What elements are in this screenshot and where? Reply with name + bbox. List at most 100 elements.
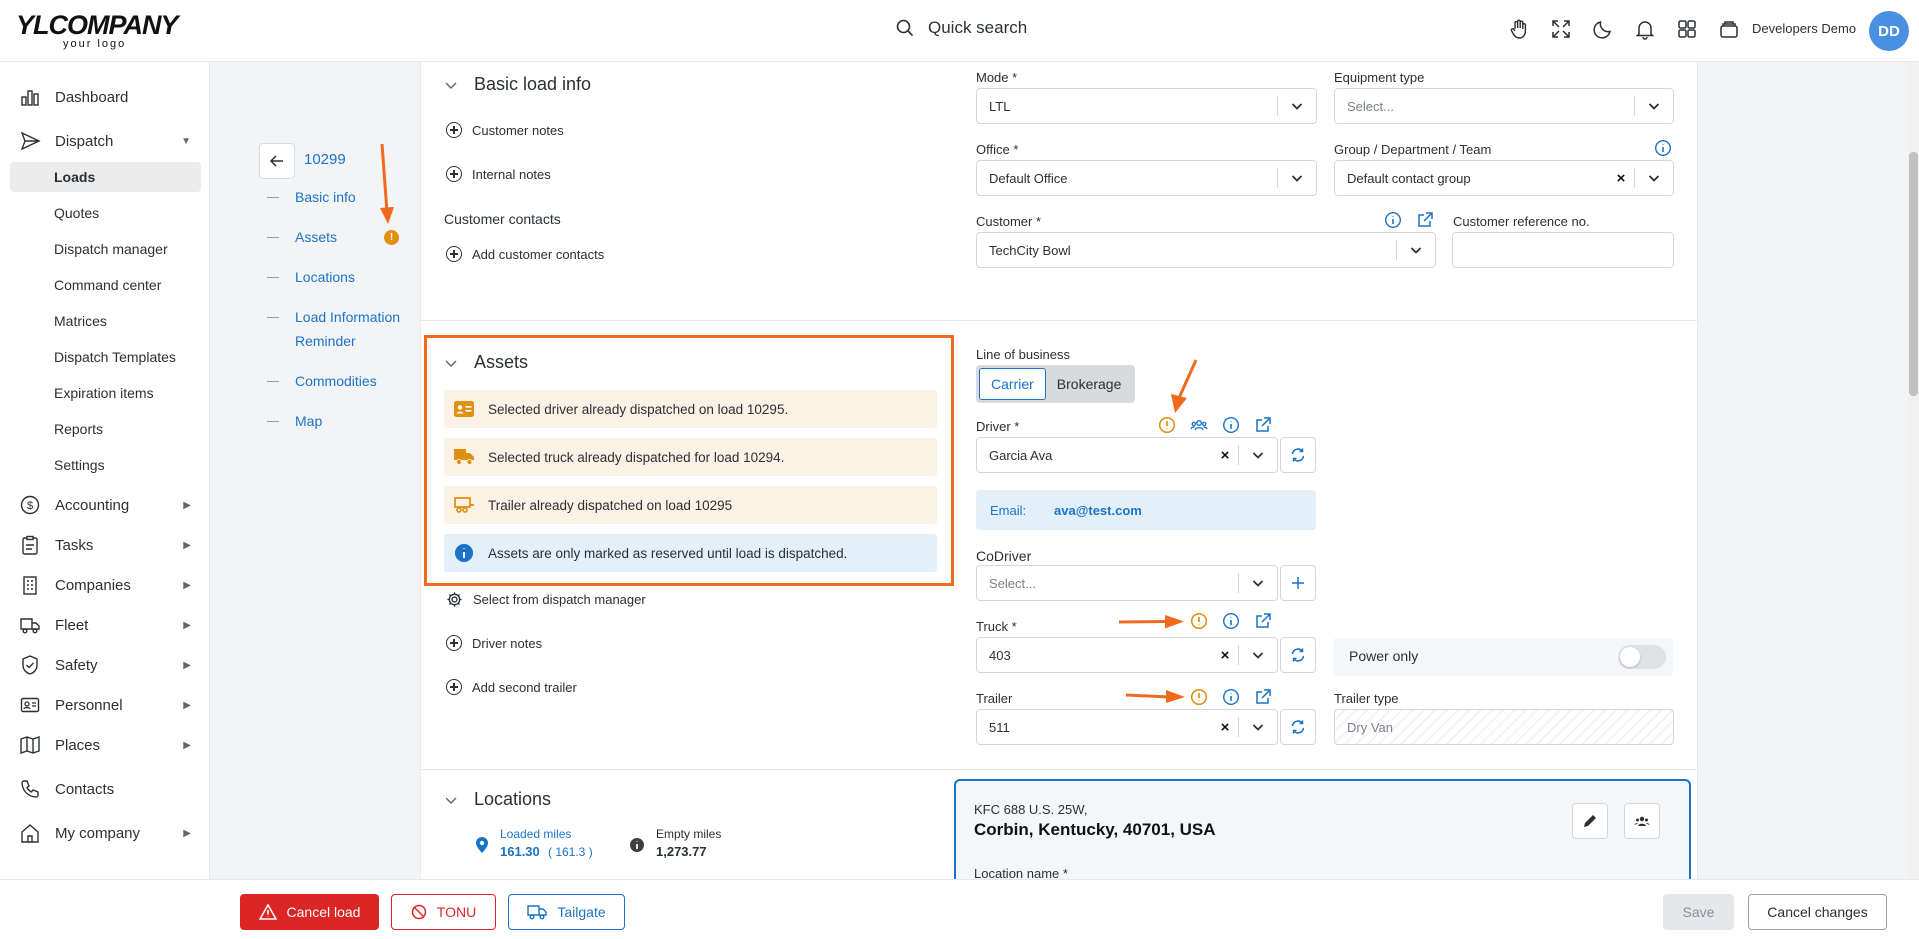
section-link-assets[interactable]: Assets — [267, 225, 337, 249]
sidebar-sub-dispatch-templates[interactable]: Dispatch Templates — [10, 342, 201, 372]
fullscreen-icon[interactable] — [1550, 18, 1572, 40]
location-contacts-button[interactable] — [1624, 803, 1660, 839]
sidebar-sub-reports[interactable]: Reports — [10, 414, 201, 444]
add-second-trailer-button[interactable]: Add second trailer — [446, 679, 577, 695]
tonu-button[interactable]: TONU — [391, 894, 496, 930]
sidebar-item-companies[interactable]: Companies ▶ — [10, 570, 201, 600]
section-link-basic-info[interactable]: Basic info — [267, 185, 356, 209]
section-link-map[interactable]: Map — [267, 409, 322, 433]
trailer-icon — [454, 495, 474, 515]
team-icon[interactable] — [1190, 416, 1208, 434]
info-icon[interactable] — [1384, 211, 1402, 229]
power-only-toggle[interactable] — [1618, 645, 1666, 669]
driver-refresh-button[interactable] — [1280, 437, 1316, 473]
cards-stack-icon[interactable] — [1718, 18, 1740, 40]
assets-header[interactable]: Assets — [444, 352, 528, 373]
plus-circle-icon — [446, 166, 462, 182]
sidebar-item-contacts[interactable]: Contacts — [10, 774, 201, 804]
customer-select[interactable]: TechCity Bowl — [976, 232, 1436, 268]
customer-ref-input[interactable] — [1452, 232, 1674, 268]
avatar[interactable]: DD — [1869, 11, 1909, 51]
customer-notes-button[interactable]: Customer notes — [446, 122, 564, 138]
sidebar-sub-quotes[interactable]: Quotes — [10, 198, 201, 228]
bell-icon[interactable] — [1634, 18, 1656, 40]
sidebar-sub-expiration-items[interactable]: Expiration items — [10, 378, 201, 408]
lob-brokerage-option[interactable]: Brokerage — [1046, 368, 1133, 400]
info-icon[interactable] — [1222, 612, 1240, 630]
trailer-refresh-button[interactable] — [1280, 709, 1316, 745]
sidebar-item-fleet[interactable]: Fleet ▶ — [10, 610, 201, 640]
warning-circle-icon[interactable] — [1190, 612, 1208, 630]
quick-search[interactable]: Quick search — [896, 18, 1027, 38]
back-button[interactable] — [259, 143, 295, 179]
driver-select[interactable]: Garcia Ava × — [976, 437, 1278, 473]
trailer-select[interactable]: 511 × — [976, 709, 1278, 745]
apps-grid-icon[interactable] — [1676, 18, 1698, 40]
external-link-icon[interactable] — [1254, 416, 1272, 434]
sidebar-item-my-company[interactable]: My company ▶ — [10, 818, 201, 848]
info-icon[interactable] — [1222, 688, 1240, 706]
info-icon[interactable] — [1654, 139, 1672, 157]
edit-location-button[interactable] — [1572, 803, 1608, 839]
info-icon[interactable] — [1222, 416, 1240, 434]
external-link-icon[interactable] — [1416, 211, 1434, 229]
email-value[interactable]: ava@test.com — [1054, 503, 1142, 518]
section-link-locations[interactable]: Locations — [267, 265, 355, 289]
sidebar-sub-matrices[interactable]: Matrices — [10, 306, 201, 336]
sidebar-sub-command-center[interactable]: Command center — [10, 270, 201, 300]
sidebar-item-dashboard[interactable]: Dashboard — [10, 82, 201, 112]
clear-icon[interactable]: × — [1608, 170, 1634, 187]
sidebar-item-label: Dashboard — [55, 88, 129, 106]
section-link-commodities[interactable]: Commodities — [267, 369, 377, 393]
tailgate-button[interactable]: Tailgate — [508, 894, 625, 930]
section-link-load-information[interactable]: Load Information Reminder — [267, 305, 400, 353]
locations-header[interactable]: Locations — [444, 789, 551, 810]
equipment-type-select[interactable]: Select... — [1334, 88, 1674, 124]
sidebar-item-tasks[interactable]: Tasks ▶ — [10, 530, 201, 560]
group-select[interactable]: Default contact group × — [1334, 160, 1674, 196]
dark-mode-icon[interactable] — [1592, 18, 1614, 40]
basic-info-header[interactable]: Basic load info — [444, 74, 591, 95]
mode-select[interactable]: LTL — [976, 88, 1317, 124]
external-link-icon[interactable] — [1254, 612, 1272, 630]
scrollbar-thumb[interactable] — [1909, 152, 1918, 396]
sidebar-sub-loads[interactable]: Loads — [10, 162, 201, 192]
truck-refresh-button[interactable] — [1280, 637, 1316, 673]
sidebar-item-safety[interactable]: Safety ▶ — [10, 650, 201, 680]
cancel-load-button[interactable]: Cancel load — [240, 894, 379, 930]
sidebar-item-personnel[interactable]: Personnel ▶ — [10, 690, 201, 720]
sidebar-item-places[interactable]: Places ▶ — [10, 730, 201, 760]
sidebar-item-dispatch[interactable]: Dispatch ▼ — [10, 126, 201, 156]
warning-circle-icon[interactable] — [1158, 416, 1176, 434]
clear-icon[interactable]: × — [1212, 447, 1238, 464]
add-trailer-label: Add second trailer — [472, 679, 577, 695]
office-select[interactable]: Default Office — [976, 160, 1317, 196]
sidebar-sub-dispatch-manager[interactable]: Dispatch manager — [10, 234, 201, 264]
cancel-changes-button[interactable]: Cancel changes — [1748, 894, 1887, 930]
select-from-dispatch-manager-button[interactable]: Select from dispatch manager — [446, 591, 646, 608]
lob-carrier-option[interactable]: Carrier — [979, 368, 1046, 400]
sidebar-item-label: Dispatch — [55, 132, 114, 150]
codriver-select[interactable]: Select... — [976, 565, 1278, 601]
sidebar-sub-settings[interactable]: Settings — [10, 450, 201, 480]
load-id-link[interactable]: 10299 — [304, 151, 346, 168]
warning-circle-icon[interactable] — [1190, 688, 1208, 706]
clear-icon[interactable]: × — [1212, 719, 1238, 736]
hand-icon[interactable] — [1508, 18, 1530, 40]
user-name[interactable]: Developers Demo — [1752, 21, 1856, 36]
internal-notes-button[interactable]: Internal notes — [446, 166, 551, 182]
section-divider — [421, 769, 1697, 770]
sidebar-item-accounting[interactable]: $ Accounting ▶ — [10, 490, 201, 520]
email-key: Email: — [990, 502, 1027, 518]
add-customer-contacts-button[interactable]: Add customer contacts — [446, 246, 604, 262]
truck-select[interactable]: 403 × — [976, 637, 1278, 673]
sidebar-item-label: Fleet — [55, 616, 89, 634]
add-codriver-button[interactable] — [1280, 565, 1316, 601]
external-link-icon[interactable] — [1254, 688, 1272, 706]
info-filled-icon[interactable] — [629, 837, 647, 855]
company-logo[interactable]: YLCOMPANY your logo — [16, 12, 179, 51]
save-button[interactable]: Save — [1663, 894, 1734, 930]
clear-icon[interactable]: × — [1212, 647, 1238, 664]
power-only-label: Power only — [1349, 648, 1419, 664]
driver-notes-button[interactable]: Driver notes — [446, 635, 542, 651]
